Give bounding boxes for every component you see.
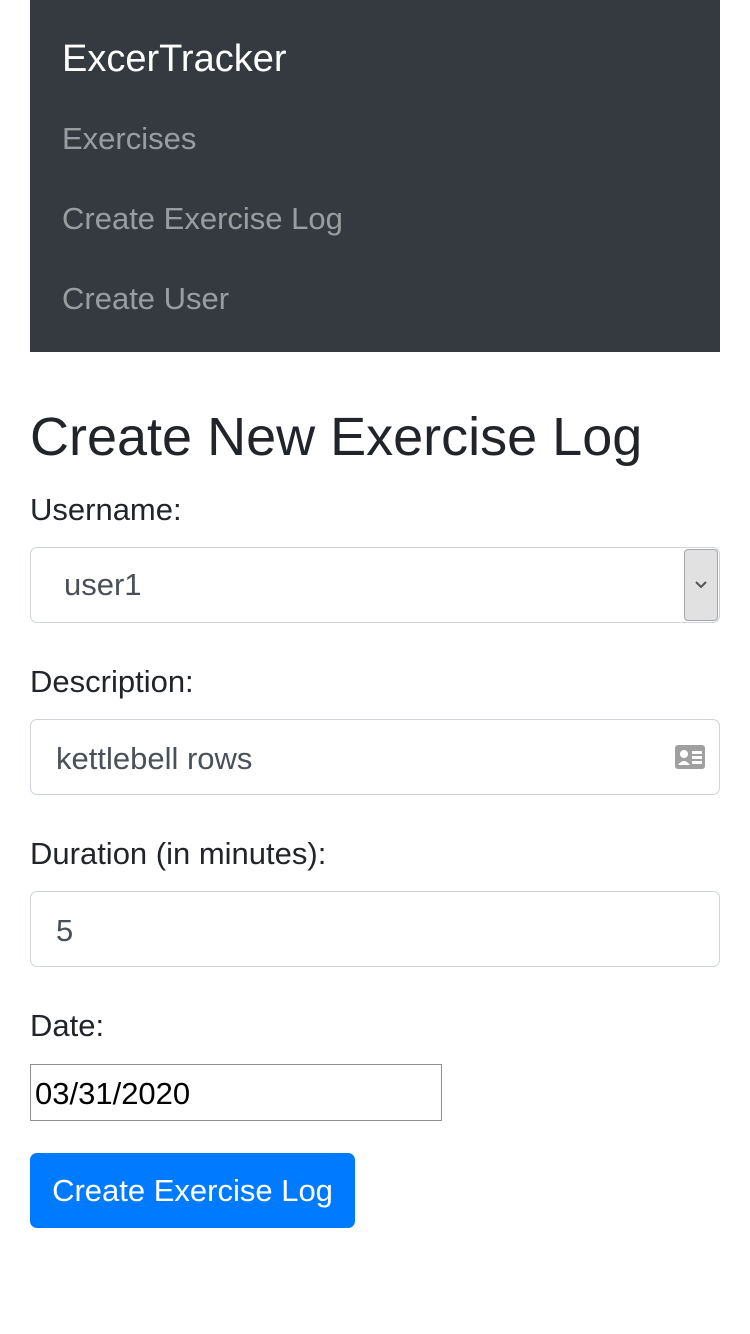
app-root: ExcerTracker Exercises Create Exercise L… (0, 0, 750, 1334)
chevron-down-icon (695, 581, 707, 589)
description-value: kettlebell rows (56, 741, 253, 776)
description-input[interactable]: kettlebell rows (30, 719, 720, 795)
navbar-brand[interactable]: ExcerTracker (62, 36, 287, 82)
username-select[interactable]: user1 (30, 547, 720, 623)
duration-input[interactable]: 5 (30, 891, 720, 967)
date-value: 03/31/2020 (35, 1076, 191, 1111)
nav-link-exercises[interactable]: Exercises (62, 119, 196, 159)
date-label: Date: (30, 1008, 105, 1043)
username-label: Username: (30, 492, 182, 527)
page-title: Create New Exercise Log (30, 407, 643, 467)
username-selected-value: user1 (64, 567, 142, 602)
duration-value: 5 (56, 913, 74, 948)
select-dropdown-button[interactable] (684, 549, 718, 621)
description-label: Description: (30, 664, 194, 699)
nav-link-create-user[interactable]: Create User (62, 279, 229, 319)
duration-label: Duration (in minutes): (30, 836, 327, 871)
nav-link-create-exercise-log[interactable]: Create Exercise Log (62, 199, 343, 239)
date-picker-input[interactable]: 03/31/2020 (30, 1064, 442, 1121)
create-exercise-log-button[interactable]: Create Exercise Log (30, 1153, 355, 1228)
contact-card-icon[interactable] (674, 744, 706, 770)
navbar: ExcerTracker Exercises Create Exercise L… (30, 0, 720, 352)
